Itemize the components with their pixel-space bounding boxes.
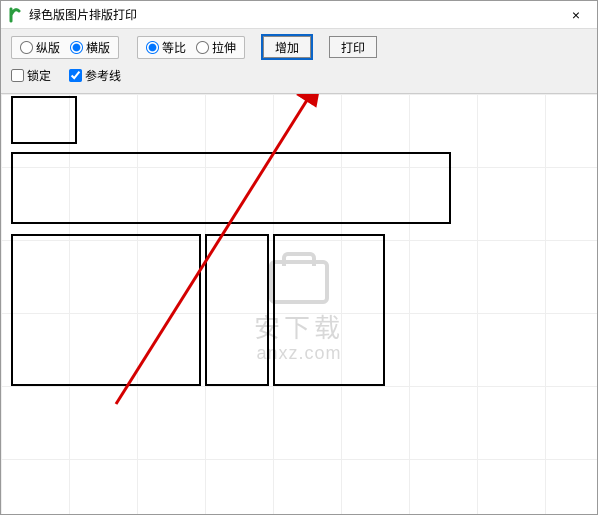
radio-landscape-label: 横版 [86, 39, 110, 56]
toolbar-row-1: 纵版 横版 等比 拉伸 增加 打印 [11, 35, 587, 59]
radio-proportional[interactable]: 等比 [146, 39, 186, 56]
lock-checkbox[interactable]: 锁定 [11, 67, 51, 84]
radio-landscape[interactable]: 横版 [70, 39, 110, 56]
guides-checkbox[interactable]: 参考线 [69, 67, 121, 84]
radio-stretch-input[interactable] [196, 41, 209, 54]
add-button[interactable]: 增加 [263, 36, 311, 58]
radio-proportional-label: 等比 [162, 39, 186, 56]
titlebar: 绿色版图片排版打印 × [1, 1, 597, 29]
print-button[interactable]: 打印 [329, 36, 377, 58]
lock-checkbox-input[interactable] [11, 69, 24, 82]
radio-stretch[interactable]: 拉伸 [196, 39, 236, 56]
toolbar: 纵版 横版 等比 拉伸 增加 打印 [1, 29, 597, 94]
guides-checkbox-input[interactable] [69, 69, 82, 82]
guides-checkbox-label: 参考线 [85, 67, 121, 84]
orientation-group: 纵版 横版 [11, 36, 119, 59]
radio-proportional-input[interactable] [146, 41, 159, 54]
window-title: 绿色版图片排版打印 [29, 6, 561, 23]
toolbar-row-2: 锁定 参考线 [11, 63, 587, 87]
radio-portrait-input[interactable] [20, 41, 33, 54]
layout-frame[interactable] [273, 234, 385, 386]
radio-portrait-label: 纵版 [36, 39, 60, 56]
canvas[interactable]: 安下载 anxz.com [1, 94, 597, 514]
radio-landscape-input[interactable] [70, 41, 83, 54]
layout-frame[interactable] [11, 234, 201, 386]
app-window: 绿色版图片排版打印 × 纵版 横版 等比 [0, 0, 598, 515]
radio-stretch-label: 拉伸 [212, 39, 236, 56]
lock-checkbox-label: 锁定 [27, 67, 51, 84]
layout-frame[interactable] [205, 234, 269, 386]
scale-group: 等比 拉伸 [137, 36, 245, 59]
layout-frame[interactable] [11, 152, 451, 224]
app-icon [7, 7, 23, 23]
close-button[interactable]: × [561, 4, 591, 26]
layout-frame[interactable] [11, 96, 77, 144]
radio-portrait[interactable]: 纵版 [20, 39, 60, 56]
